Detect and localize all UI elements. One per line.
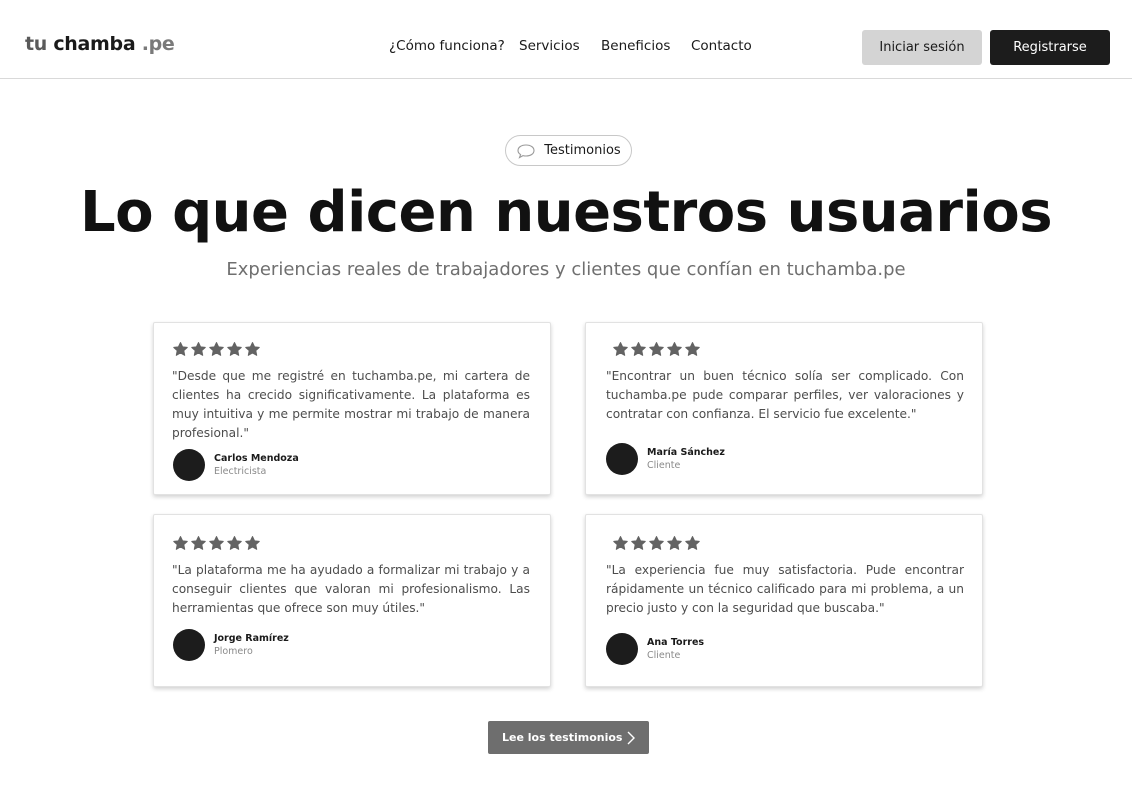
star-icon	[191, 536, 206, 550]
star-icon	[667, 536, 682, 550]
star-icon	[685, 536, 700, 550]
star-icon	[191, 342, 206, 356]
star-icon	[649, 342, 664, 356]
nav-link-beneficios[interactable]: Beneficios	[601, 38, 670, 54]
nav-link-servicios[interactable]: Servicios	[519, 38, 580, 54]
star-icon	[631, 536, 646, 550]
testimonial-quote: "La plataforma me ha ayudado a formaliza…	[172, 563, 530, 615]
star-icon	[245, 536, 260, 550]
testimonial-author: Ana Torres Cliente	[606, 633, 704, 665]
author-role: Plomero	[214, 646, 253, 657]
page-title: Lo que dicen nuestros usuarios	[79, 180, 1053, 245]
nav-link-como-funciona[interactable]: ¿Cómo funciona?	[389, 38, 505, 54]
star-icon	[631, 342, 646, 356]
cta-label: Lee los testimonios	[502, 731, 623, 744]
avatar	[606, 443, 638, 475]
author-name: Ana Torres	[647, 637, 705, 648]
login-button[interactable]: Iniciar sesión	[862, 30, 982, 65]
register-button[interactable]: Registrarse	[990, 30, 1110, 65]
avatar	[173, 449, 205, 481]
star-icon	[245, 342, 260, 356]
star-icon	[173, 536, 188, 550]
star-icon	[613, 536, 628, 550]
testimonial-author: Jorge Ramírez Plomero	[173, 629, 289, 661]
site-header: tu chamba .pe ¿Cómo funciona? Servicios …	[0, 0, 1132, 79]
testimonials-badge: Testimonios	[505, 135, 632, 166]
testimonial-quote: "Desde que me registré en tuchamba.pe, m…	[172, 369, 530, 440]
page-subtitle: Experiencias reales de trabajadores y cl…	[226, 259, 906, 280]
star-rating	[612, 535, 701, 552]
nav-link-contacto[interactable]: Contacto	[691, 38, 752, 54]
testimonial-quote: "La experiencia fue muy satisfactoria. P…	[606, 563, 964, 615]
author-name: Carlos Mendoza	[214, 453, 299, 464]
testimonial-card: "Encontrar un buen técnico solía ser com…	[585, 322, 983, 495]
testimonial-author: Carlos Mendoza Electricista	[173, 449, 299, 481]
star-rating	[612, 341, 701, 358]
star-icon	[209, 536, 224, 550]
testimonial-author: María Sánchez Cliente	[606, 443, 725, 475]
author-name: María Sánchez	[647, 447, 725, 458]
star-icon	[685, 342, 700, 356]
star-rating	[172, 341, 261, 358]
star-icon	[227, 536, 242, 550]
star-rating	[172, 535, 261, 552]
star-icon	[649, 536, 664, 550]
star-icon	[667, 342, 682, 356]
avatar	[173, 629, 205, 661]
author-role: Cliente	[647, 460, 681, 471]
star-icon	[209, 342, 224, 356]
testimonial-quote: "Encontrar un buen técnico solía ser com…	[606, 369, 964, 421]
avatar	[606, 633, 638, 665]
testimonial-card: "La experiencia fue muy satisfactoria. P…	[585, 514, 983, 687]
star-icon	[173, 342, 188, 356]
author-role: Electricista	[214, 466, 267, 477]
badge-label: Testimonios	[544, 143, 621, 158]
chevron-right-icon	[627, 731, 635, 745]
speech-bubble-icon	[517, 143, 535, 159]
testimonial-card: "Desde que me registré en tuchamba.pe, m…	[153, 322, 551, 495]
author-role: Cliente	[647, 650, 681, 661]
testimonial-card: "La plataforma me ha ayudado a formaliza…	[153, 514, 551, 687]
star-icon	[613, 342, 628, 356]
read-testimonials-button[interactable]: Lee los testimonios	[488, 721, 649, 754]
star-icon	[227, 342, 242, 356]
author-name: Jorge Ramírez	[214, 633, 289, 644]
